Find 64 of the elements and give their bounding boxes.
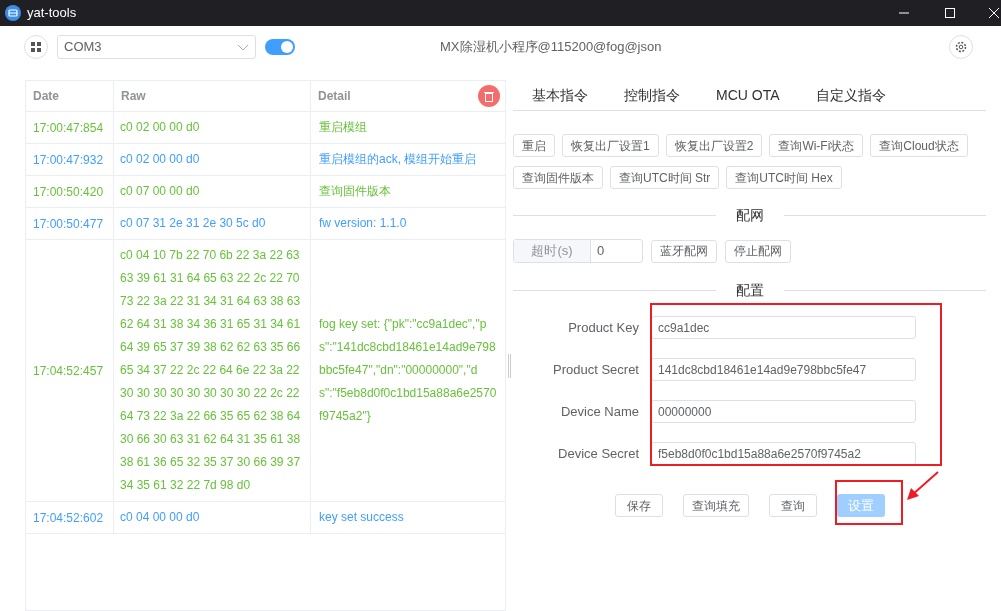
command-button[interactable]: 重启: [513, 134, 555, 157]
connection-toggle[interactable]: [265, 39, 295, 55]
command-button[interactable]: 查询UTC时间 Hex: [726, 166, 842, 189]
date-cell-text: 17:04:52:457: [33, 362, 104, 380]
timeout-field[interactable]: 超时(s) 0: [513, 239, 643, 263]
command-button[interactable]: 蓝牙配网: [651, 239, 717, 263]
raw-cell-text: c0 02 00 00 d0: [120, 119, 201, 136]
date-cell-text: 17:00:47:932: [33, 151, 104, 169]
trash-icon: [484, 90, 494, 102]
command-button[interactable]: 恢复出厂设置1: [562, 134, 659, 157]
command-button[interactable]: 查询Wi-Fi状态: [769, 134, 864, 157]
date-cell-text: 17:04:52:602: [33, 509, 104, 527]
raw-cell-text: c0 04 00 00 d0: [120, 509, 201, 526]
detail-cell-text: key set success: [319, 509, 404, 526]
detail-cell-text: 重启模组的ack, 模组开始重启: [319, 151, 477, 168]
maximize-icon[interactable]: [945, 8, 955, 18]
date-cell-text: 17:00:47:854: [33, 119, 104, 137]
detail-cell-text: fog key set: {"pk":"cc9a1dec","ps":"141dc8cbd18461e14ad9e798bbc5fe47","dn":"00000000","ds":"f5eb8d0f0c1bd15a88a6e2570f9745a2"}: [319, 316, 497, 425]
input-field[interactable]: 141dc8cbd18461e14ad9e798bbc5fe47: [651, 358, 916, 381]
tab[interactable]: 基本指令: [521, 80, 599, 110]
delete-button[interactable]: [478, 85, 500, 107]
arrow-icon: [906, 471, 939, 501]
field-label: Product Key: [567, 318, 640, 337]
raw-cell-text: c0 04 10 7b 22 70 6b 22 3a 22 63 63 39 61 31 64 65 63 22 2c 22 70 73 22 3a 22 31 34 31 64 63 38 63 62 64 31 38 34 36 31 65 31 34 61 64 39 65 37 39 38 62 62 63 35 66 65 34 37 22 2c 22 64 6e 22 3a 22 30 30 30 30 30 30 30 30 22 2c 22 64 73 22 3a 22 66 35 65 62 38 64 30 66 30 63 31 62 64 31 35 61 38 38 61 36 65 32 35 37 30 66 39 37 34 35 61 32 22 7d 98 d0: [120, 247, 302, 494]
field-label: Device Name: [559, 402, 640, 421]
detail-cell-text: fw version: 1.1.0: [319, 215, 407, 232]
window-title: yat-tools: [27, 4, 77, 23]
command-button[interactable]: 查询固件版本: [513, 166, 603, 189]
command-button[interactable]: 查询Cloud状态: [870, 134, 968, 157]
detail-cell-text: 重启模组: [319, 119, 367, 136]
splitter-handle[interactable]: [508, 353, 511, 378]
input-field[interactable]: 00000000: [651, 400, 916, 423]
raw-cell-text: c0 02 00 00 d0: [120, 151, 201, 168]
command-button[interactable]: 查询: [769, 494, 817, 517]
tab[interactable]: 自定义指令: [804, 80, 897, 110]
column-header: Date: [33, 88, 59, 105]
port-select[interactable]: COM3: [57, 35, 256, 59]
session-title: MX除湿机小程序@115200@fog@json: [440, 38, 662, 57]
section-heading: 配置: [734, 280, 765, 300]
grid-icon: [31, 42, 41, 52]
chevron-down-icon: [237, 43, 249, 51]
detail-cell-text: 查询固件版本: [319, 183, 391, 200]
command-button[interactable]: 查询填充: [683, 494, 749, 517]
raw-cell-text: c0 07 00 00 d0: [120, 183, 201, 200]
command-button[interactable]: 保存: [615, 494, 663, 517]
settings-icon: [955, 41, 967, 53]
date-cell-text: 17:00:50:420: [33, 183, 104, 201]
date-cell-text: 17:00:50:477: [33, 215, 104, 233]
close-icon[interactable]: [989, 8, 999, 18]
command-button[interactable]: 查询UTC时间 Str: [610, 166, 720, 189]
input-field[interactable]: cc9a1dec: [651, 316, 916, 339]
command-button[interactable]: 停止配网: [725, 239, 791, 263]
input-field[interactable]: f5eb8d0f0c1bd15a88a6e2570f9745a2: [651, 442, 916, 465]
highlight-box: [835, 480, 903, 525]
column-header: Raw: [121, 88, 146, 105]
raw-cell-text: c0 07 31 2e 31 2e 30 5c d0: [120, 215, 267, 232]
field-label: Product Secret: [552, 360, 640, 379]
command-button[interactable]: 恢复出厂设置2: [665, 134, 763, 157]
field-label: Device Secret: [557, 444, 640, 463]
tab[interactable]: MCU OTA: [705, 80, 791, 110]
app-icon: [5, 5, 21, 21]
section-heading: 配网: [734, 205, 765, 225]
column-header: Detail: [318, 88, 351, 105]
tab[interactable]: 控制指令: [613, 80, 691, 110]
